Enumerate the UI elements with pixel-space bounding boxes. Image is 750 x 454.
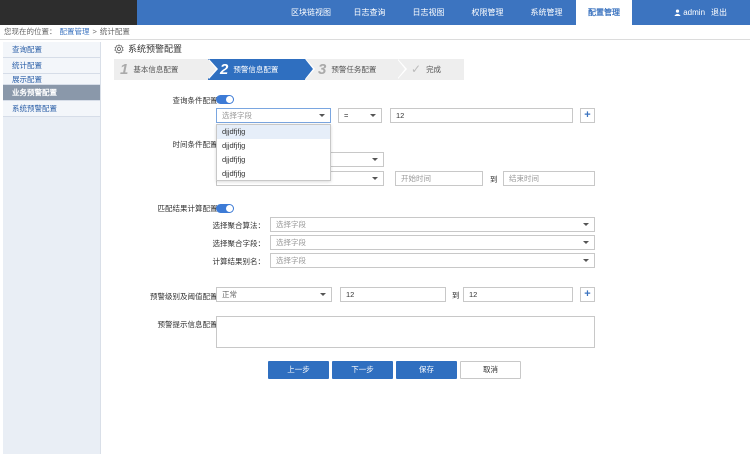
step-wizard: 1 基本信息配置 2 预警信息配置 3 预警任务配置 ✓ 完成 xyxy=(114,59,464,80)
breadcrumb-level1[interactable]: 配置管理 xyxy=(60,25,90,39)
algo-label: 选择聚合算法： xyxy=(212,221,266,230)
threshold-to-label: 到 xyxy=(452,291,460,300)
agg-field-placeholder: 选择字段 xyxy=(276,238,306,247)
sidebar-item-business-alert[interactable]: 业务预警配置 xyxy=(3,85,100,101)
step-number: 1 xyxy=(120,61,129,78)
result-alias-placeholder: 选择字段 xyxy=(276,256,306,265)
operator-select[interactable]: = xyxy=(338,108,382,123)
query-condition-label: 查询条件配置： xyxy=(172,96,226,105)
breadcrumb-separator: > xyxy=(92,27,97,36)
dropdown-option[interactable]: djjdfjfjg xyxy=(217,125,330,139)
gear-icon xyxy=(114,44,124,54)
operator-value: = xyxy=(344,111,349,120)
sidebar-item-display-config[interactable]: 展示配置 xyxy=(3,74,100,85)
chevron-down-icon xyxy=(583,223,589,226)
prev-button[interactable]: 上一步 xyxy=(268,361,329,379)
algo-placeholder: 选择字段 xyxy=(276,220,306,229)
alert-level-select[interactable]: 正常 xyxy=(216,287,332,302)
breadcrumb-prefix: 您现在的位置： xyxy=(4,27,57,36)
threshold-min-value: 12 xyxy=(346,290,355,299)
alert-level-value: 正常 xyxy=(222,290,237,299)
chevron-down-icon xyxy=(370,114,376,117)
next-button[interactable]: 下一步 xyxy=(332,361,393,379)
match-result-label: 匹配结果计算配置： xyxy=(157,204,226,213)
query-value: 12 xyxy=(396,111,405,120)
nav-item-blockchain-view[interactable]: 区块链视图 xyxy=(282,0,340,25)
step-basic-info: 1 基本信息配置 xyxy=(114,59,218,80)
threshold-max-input[interactable]: 12 xyxy=(463,287,573,302)
end-time-placeholder: 结束时间 xyxy=(509,174,539,183)
result-alias-label: 计算结果别名： xyxy=(212,257,266,266)
query-field-placeholder: 选择字段 xyxy=(222,111,252,120)
breadcrumb: 您现在的位置： 配置管理 > 统计配置 xyxy=(4,25,130,39)
step-label: 预警任务配置 xyxy=(331,65,377,74)
chevron-down-icon xyxy=(372,158,378,161)
nav-item-log-view[interactable]: 日志视图 xyxy=(399,0,458,25)
step-alert-info: 2 预警信息配置 xyxy=(208,59,315,80)
step-number: 2 xyxy=(220,61,229,78)
step-complete: ✓ 完成 xyxy=(397,59,464,80)
cancel-button[interactable]: 取消 xyxy=(460,361,521,379)
algo-select[interactable]: 选择字段 xyxy=(270,217,595,232)
threshold-label: 预警级别及阈值配置： xyxy=(150,292,225,301)
logout-link[interactable]: 退出 xyxy=(711,0,727,25)
agg-field-label: 选择聚合字段： xyxy=(212,239,266,248)
prompt-label: 预警提示信息配置： xyxy=(157,320,226,329)
chevron-down-icon xyxy=(319,114,325,117)
user-area: admin 退出 xyxy=(674,0,727,25)
chevron-down-icon xyxy=(320,293,326,296)
nav-item-permission[interactable]: 权限管理 xyxy=(458,0,517,25)
nav-item-system[interactable]: 系统管理 xyxy=(517,0,576,25)
match-result-toggle[interactable] xyxy=(216,204,234,213)
chevron-down-icon xyxy=(372,177,378,180)
dropdown-option[interactable]: djjdfjfjg xyxy=(217,153,330,167)
result-alias-select[interactable]: 选择字段 xyxy=(270,253,595,268)
chevron-down-icon xyxy=(583,241,589,244)
breadcrumb-level2: 统计配置 xyxy=(99,27,130,36)
dropdown-option[interactable]: djjdfjfjg xyxy=(217,167,330,181)
nav-item-config[interactable]: 配置管理 xyxy=(576,0,632,25)
user-menu[interactable]: admin xyxy=(674,0,705,25)
user-icon xyxy=(674,9,681,16)
main-nav: 区块链视图 日志查询 日志视图 权限管理 系统管理 配置管理 xyxy=(282,0,632,25)
dropdown-option[interactable]: djjdfjfjg xyxy=(217,139,330,153)
query-value-input[interactable]: 12 xyxy=(390,108,573,123)
prompt-textarea[interactable] xyxy=(216,316,595,348)
step-number: 3 xyxy=(318,61,327,78)
threshold-min-input[interactable]: 12 xyxy=(340,287,446,302)
query-field-select[interactable]: 选择字段 xyxy=(216,108,331,123)
nav-item-log-query[interactable]: 日志查询 xyxy=(340,0,399,25)
threshold-max-value: 12 xyxy=(469,290,478,299)
sidebar-item-stats-config[interactable]: 统计配置 xyxy=(3,58,100,74)
save-button[interactable]: 保存 xyxy=(396,361,457,379)
query-condition-toggle[interactable] xyxy=(216,95,234,104)
chevron-down-icon xyxy=(583,259,589,262)
sidebar-item-system-alert[interactable]: 系统预警配置 xyxy=(3,101,100,117)
step-label: 完成 xyxy=(426,65,442,74)
top-navigation-bar: 区块链视图 日志查询 日志视图 权限管理 系统管理 配置管理 admin 退出 xyxy=(0,0,750,25)
time-range-to-label: 到 xyxy=(490,175,498,184)
username: admin xyxy=(683,8,706,17)
start-time-input[interactable]: 开始时间 xyxy=(395,171,483,186)
agg-field-select[interactable]: 选择字段 xyxy=(270,235,595,250)
end-time-input[interactable]: 结束时间 xyxy=(503,171,595,186)
page-title-text: 系统预警配置 xyxy=(128,44,183,54)
step-label: 预警信息配置 xyxy=(233,65,279,74)
add-condition-button[interactable]: + xyxy=(580,108,595,123)
breadcrumb-divider xyxy=(0,39,750,40)
step-label: 基本信息配置 xyxy=(133,65,179,74)
add-threshold-button[interactable]: + xyxy=(580,287,595,302)
field-dropdown-list: djjdfjfjg djjdfjfjg djjdfjfjg djjdfjfjg xyxy=(216,124,331,181)
page-title: 系统预警配置 xyxy=(114,43,182,55)
check-icon: ✓ xyxy=(411,62,422,76)
sidebar: 查询配置 统计配置 展示配置 业务预警配置 系统预警配置 xyxy=(3,42,101,454)
logo-area xyxy=(0,0,137,25)
start-time-placeholder: 开始时间 xyxy=(401,174,431,183)
sidebar-item-query-config[interactable]: 查询配置 xyxy=(3,42,100,58)
step-alert-task: 3 预警任务配置 xyxy=(305,59,407,80)
time-condition-label: 时间条件配置： xyxy=(172,140,226,149)
